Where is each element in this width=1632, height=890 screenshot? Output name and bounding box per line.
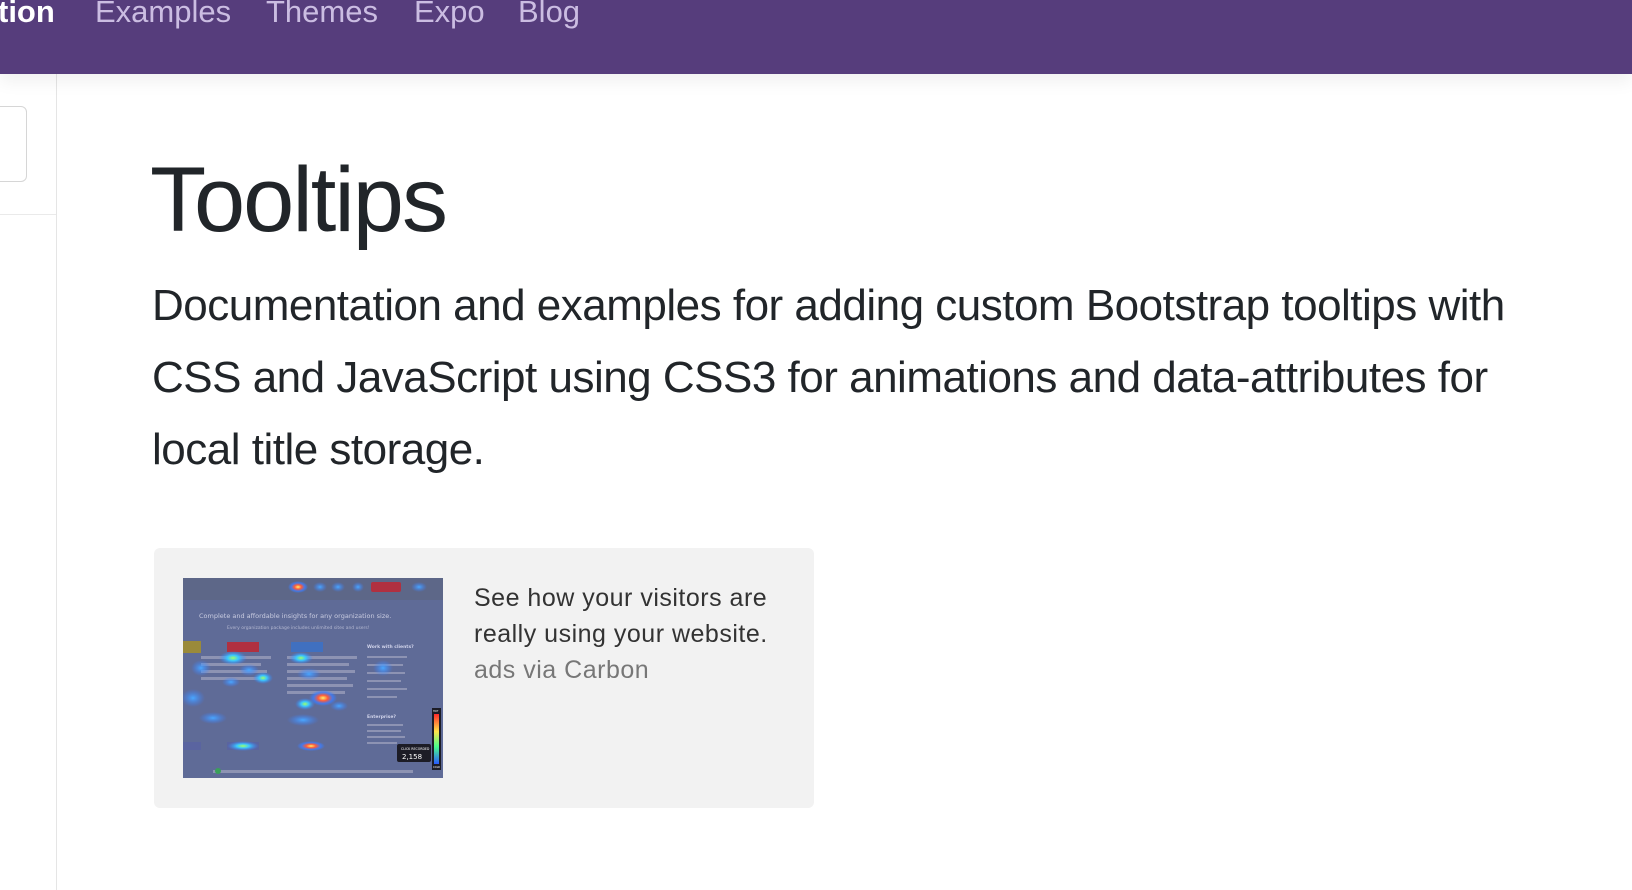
sidebar-border	[56, 74, 57, 890]
heatmap-side-title: Work with clients?	[367, 644, 414, 650]
carbon-poweredby-link[interactable]: ads via Carbon	[474, 652, 794, 688]
sidebar-search-input[interactable]	[0, 106, 27, 182]
nav-link-blog[interactable]: Blog	[518, 0, 580, 30]
top-navbar: tion Examples Themes Expo Blog	[0, 0, 1632, 74]
heatmap-subline: Every organization package includes unli…	[227, 625, 370, 631]
carbon-ad-image[interactable]: Complete and affordable insights for any…	[183, 578, 443, 778]
carbon-ad-copy[interactable]: See how your visitors are really using y…	[474, 580, 794, 688]
nav-link-examples[interactable]: Examples	[95, 0, 231, 30]
nav-link-themes[interactable]: Themes	[266, 0, 378, 30]
heatmap-enterprise-label: Enterprise?	[367, 714, 396, 720]
page-title: Tooltips	[150, 149, 448, 251]
carbon-ad-text[interactable]: See how your visitors are really using y…	[474, 584, 768, 648]
page-lead: Documentation and examples for adding cu…	[152, 281, 1505, 474]
nav-link-expo[interactable]: Expo	[414, 0, 485, 30]
heatmap-scale-bottom: COLD	[433, 765, 440, 769]
heatmap-headline: Complete and affordable insights for any…	[199, 612, 391, 620]
heatmap-click-label: CLICK RECORDED	[401, 747, 430, 751]
nav-link-documentation[interactable]: tion	[0, 0, 55, 30]
carbon-ad: Complete and affordable insights for any…	[154, 548, 814, 808]
heatmap-scale-top: HOT	[433, 709, 439, 713]
sidebar-divider	[0, 214, 56, 215]
heatmap-screenshot-image: Complete and affordable insights for any…	[183, 578, 443, 778]
heatmap-click-count: 2,158	[402, 753, 422, 761]
